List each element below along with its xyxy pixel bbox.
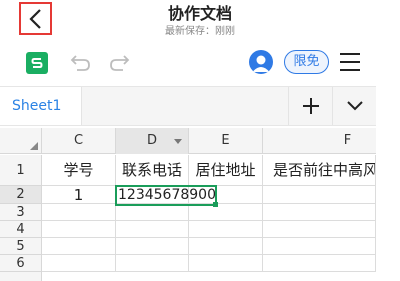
cell-f5[interactable] <box>263 238 376 255</box>
cell-e6[interactable] <box>189 255 263 272</box>
save-status: 最新保存：刚刚 <box>165 26 235 37</box>
cell-f4[interactable] <box>263 221 376 238</box>
toolbar: 限免 <box>0 40 400 84</box>
row-header-5[interactable]: 5 <box>0 238 41 255</box>
chevron-down-icon <box>346 101 363 111</box>
cell-e3[interactable] <box>189 204 263 221</box>
cell-d6[interactable] <box>116 255 189 272</box>
undo-icon <box>70 55 90 71</box>
cell-d2[interactable]: 12345678900 <box>116 186 216 204</box>
plus-icon <box>302 98 319 114</box>
add-sheet-button[interactable] <box>288 87 332 125</box>
cell-e4[interactable] <box>189 221 263 238</box>
cell-e2[interactable] <box>189 186 263 204</box>
column-header-c[interactable]: C <box>42 128 116 154</box>
cell-c4[interactable] <box>42 221 116 238</box>
limited-free-badge[interactable]: 限免 <box>284 50 329 74</box>
cell-d5[interactable] <box>116 238 189 255</box>
sheet-tab-bar: Sheet1 <box>0 86 376 126</box>
cell-f6[interactable] <box>263 255 376 272</box>
row-header-4[interactable]: 4 <box>0 221 41 238</box>
document-title: 协作文档 <box>167 4 232 23</box>
redo-icon <box>110 55 130 71</box>
row-header-1[interactable]: 1 <box>0 155 41 186</box>
cell-c1[interactable]: 学号 <box>42 155 116 186</box>
cell-d4[interactable] <box>116 221 189 238</box>
cell-d3[interactable] <box>116 204 189 221</box>
hamburger-menu-icon[interactable] <box>340 51 360 73</box>
cell-f3[interactable] <box>263 204 376 221</box>
row-header-column: 1 2 3 4 5 6 <box>0 155 42 281</box>
column-header-row: C D E F <box>0 128 376 154</box>
cell-c3[interactable] <box>42 204 116 221</box>
cell-f2[interactable] <box>263 186 376 204</box>
row-header-3[interactable]: 3 <box>0 204 41 221</box>
cell-c5[interactable] <box>42 238 116 255</box>
cell-e5[interactable] <box>189 238 263 255</box>
spreadsheet-grid: C D E F 1 2 3 4 5 6 学号 联系电话 居住地址 是否前往中高风… <box>0 128 376 281</box>
cell-d1[interactable]: 联系电话 <box>116 155 189 186</box>
user-avatar-icon[interactable] <box>249 50 273 74</box>
undo-button[interactable] <box>70 52 92 74</box>
redo-button[interactable] <box>108 52 130 74</box>
fill-handle[interactable] <box>213 202 218 207</box>
column-header-f[interactable]: F <box>263 128 376 154</box>
cell-f1[interactable]: 是否前往中高风 <box>263 155 376 186</box>
column-header-d[interactable]: D <box>116 128 189 154</box>
row-header-2[interactable]: 2 <box>0 186 41 204</box>
row-header-6[interactable]: 6 <box>0 255 41 272</box>
app-logo-icon <box>26 52 48 74</box>
column-dropdown-icon[interactable] <box>174 139 182 144</box>
sheet-menu-button[interactable] <box>332 87 376 125</box>
cell-e1[interactable]: 居住地址 <box>189 155 263 186</box>
column-header-d-label: D <box>146 133 157 148</box>
sheet-tab[interactable]: Sheet1 <box>0 87 82 125</box>
select-all-corner[interactable] <box>0 128 42 154</box>
title-bar: 协作文档 最新保存：刚刚 <box>0 0 400 40</box>
cell-c2[interactable]: 1 <box>42 186 116 204</box>
column-header-e[interactable]: E <box>189 128 263 154</box>
cell-c6[interactable] <box>42 255 116 272</box>
